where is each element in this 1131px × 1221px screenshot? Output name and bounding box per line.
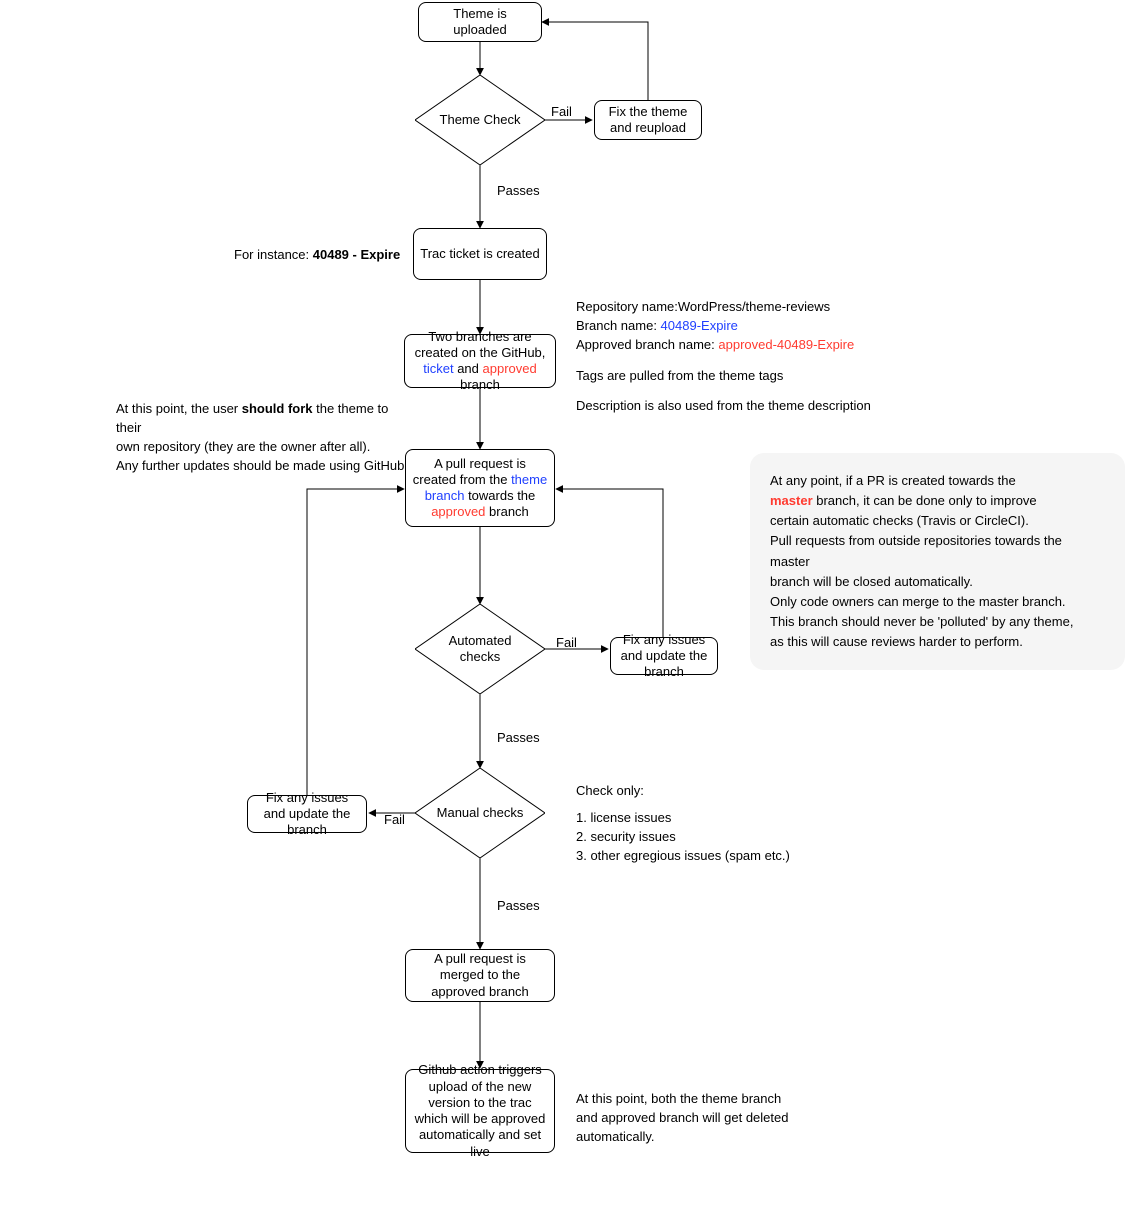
fork-l1-pre: At this point, the user [116, 401, 242, 416]
pr-pre: A pull request is created from the [413, 456, 526, 487]
note-for-instance: For instance: 40489 - Expire [234, 246, 400, 265]
two-branches-post: branch [460, 377, 500, 392]
final-l2: and approved branch will get deleted [576, 1109, 788, 1128]
callout-l3: Pull requests from outside repositories … [770, 531, 1105, 571]
repo-value: WordPress/theme-reviews [678, 299, 830, 314]
edge-label-passes: Passes [497, 183, 540, 198]
pr-approved: approved [431, 504, 485, 519]
node-trac-ticket: Trac ticket is created [413, 228, 547, 280]
note-check-only: Check only: 1. license issues 2. securit… [576, 782, 790, 865]
node-fix-issues-right: Fix any issues and update the branch [610, 637, 718, 675]
approved-branch-label: Approved branch name: [576, 337, 718, 352]
final-l1: At this point, both the theme branch [576, 1090, 788, 1109]
desc-line: Description is also used from the theme … [576, 397, 1006, 416]
pr-post: branch [485, 504, 528, 519]
node-github-action: Github action triggers upload of the new… [405, 1069, 555, 1153]
branch-value: 40489-Expire [661, 318, 738, 333]
fork-l2: own repository (they are the owner after… [116, 438, 416, 457]
node-fix-issues-left: Fix any issues and update the branch [247, 795, 367, 833]
note-final: At this point, both the theme branch and… [576, 1090, 788, 1147]
check-only-2: 2. security issues [576, 828, 790, 847]
branch-label: Branch name: [576, 318, 661, 333]
callout-l6: This branch should never be 'polluted' b… [770, 612, 1105, 632]
two-branches-ticket: ticket [423, 361, 453, 376]
node-pr-merged: A pull request is merged to the approved… [405, 949, 555, 1002]
for-instance-pre: For instance: [234, 247, 313, 262]
repo-label: Repository name: [576, 299, 678, 314]
two-branches-approved: approved [483, 361, 537, 376]
fork-l1-bold: should fork [242, 401, 313, 416]
decision-theme-check: Theme Check [415, 75, 545, 165]
decision-theme-check-label: Theme Check [415, 75, 545, 165]
decision-manual-checks-label: Manual checks [415, 768, 545, 858]
two-branches-pre: Two branches are created on the GitHub, [415, 329, 546, 360]
decision-manual-checks: Manual checks [415, 768, 545, 858]
edge-label-fail-3: Fail [384, 812, 405, 827]
check-only-3: 3. other egregious issues (spam etc.) [576, 847, 790, 866]
node-pr-created: A pull request is created from the theme… [405, 449, 555, 527]
decision-automated-checks-label: Automated checks [415, 604, 545, 694]
approved-branch-value: approved-40489-Expire [718, 337, 854, 352]
tags-line: Tags are pulled from the theme tags [576, 367, 1006, 386]
fork-l3: Any further updates should be made using… [116, 457, 416, 476]
callout-l5: Only code owners can merge to the master… [770, 592, 1105, 612]
callout-master: master [770, 493, 813, 508]
check-only-1: 1. license issues [576, 809, 790, 828]
check-only-title: Check only: [576, 782, 790, 801]
callout-l7: as this will cause reviews harder to per… [770, 632, 1105, 652]
node-fix-reupload: Fix the theme and reupload [594, 100, 702, 140]
edge-label-fail: Fail [551, 104, 572, 119]
node-two-branches: Two branches are created on the GitHub, … [404, 334, 556, 388]
callout-l1: At any point, if a PR is created towards… [770, 471, 1105, 491]
node-theme-uploaded: Theme is uploaded [418, 2, 542, 42]
final-l3: automatically. [576, 1128, 788, 1147]
edge-label-fail-2: Fail [556, 635, 577, 650]
callout-l2: certain automatic checks (Travis or Circ… [770, 511, 1105, 531]
pr-mid: towards the [464, 488, 535, 503]
callout-master-branch: At any point, if a PR is created towards… [750, 453, 1125, 670]
edge-label-passes-2: Passes [497, 730, 540, 745]
two-branches-and: and [454, 361, 483, 376]
callout-l4: branch will be closed automatically. [770, 572, 1105, 592]
decision-automated-checks: Automated checks [415, 604, 545, 694]
callout-l1b: branch, it can be done only to improve [813, 493, 1037, 508]
for-instance-bold: 40489 - Expire [313, 247, 400, 262]
edge-label-passes-3: Passes [497, 898, 540, 913]
note-repo-details: Repository name:WordPress/theme-reviews … [576, 298, 1006, 416]
note-fork: At this point, the user should fork the … [116, 400, 416, 475]
